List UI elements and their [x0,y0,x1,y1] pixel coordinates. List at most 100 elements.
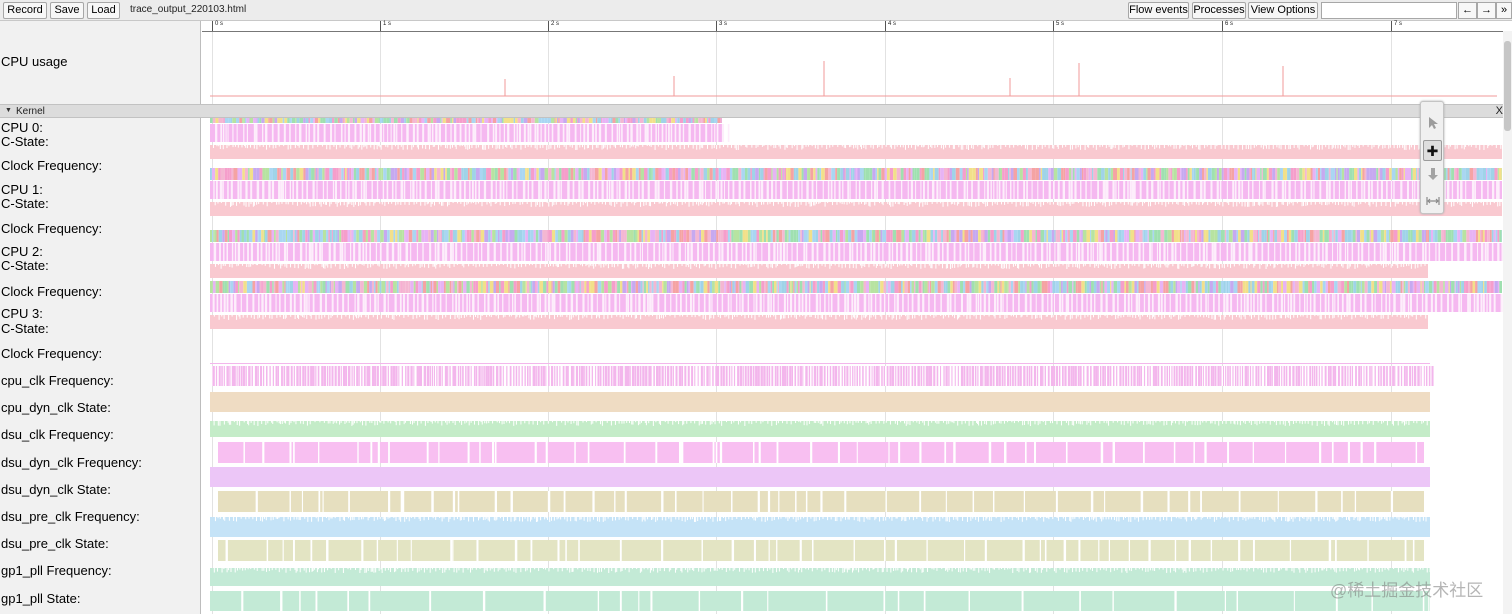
cpu1-slices-slice[interactable] [351,168,354,180]
cpu1-slices-slice[interactable] [720,168,723,180]
cpu2-slices-slice[interactable] [1457,230,1461,242]
cpu1-slices-slice[interactable] [210,168,212,180]
cpu1-slices-slice[interactable] [810,168,814,180]
cpu3-slices-slice[interactable] [575,281,579,293]
cpu2-slices-slice[interactable] [307,230,310,242]
cpu2-slices-slice[interactable] [886,230,891,242]
cpu1-slices-slice[interactable] [1140,168,1144,180]
cpu3-slices-slice[interactable] [1403,281,1406,293]
cpu2-slices-slice[interactable] [1284,230,1287,242]
cpu3-slices-slice[interactable] [611,281,616,293]
cpu3-slices-slice[interactable] [1327,281,1331,293]
cpu2-slices-slice[interactable] [337,230,340,242]
cpu3-slices-slice[interactable] [890,281,895,293]
cpu3-slices-slice[interactable] [632,281,636,293]
cpu3-slices-slice[interactable] [1073,281,1076,293]
cpu1-slices-slice[interactable] [366,168,370,180]
cpu1-slices-slice[interactable] [1031,168,1036,180]
cpu3-slices-slice[interactable] [738,281,740,293]
cpu3-slices-slice[interactable] [568,281,572,293]
cpu3-slices-slice[interactable] [734,281,736,293]
cpu1-slices-slice[interactable] [929,168,931,180]
cpu2-slices-slice[interactable] [681,230,684,242]
cpu2-slices-slice[interactable] [528,230,531,242]
cpu1-slices-slice[interactable] [972,168,976,180]
cpu2-slices-slice[interactable] [1091,230,1095,242]
cpu1-slices-slice[interactable] [694,168,699,180]
cpu3-slices-slice[interactable] [300,281,302,293]
cpu2-slices-slice[interactable] [1286,230,1289,242]
cpu2-slices-slice[interactable] [263,230,266,242]
cpu3-slices-slice[interactable] [488,281,490,293]
cpu3-slices-slice[interactable] [922,281,925,293]
cpu1-slices-slice[interactable] [348,168,350,180]
search-input[interactable] [1321,2,1457,19]
cpu2-slices-slice[interactable] [956,230,960,242]
cpu2-slices-slice[interactable] [1294,230,1298,242]
cpu2-slices-slice[interactable] [517,230,519,242]
cpu1-slices-slice[interactable] [1127,168,1130,180]
cpu3-slices-slice[interactable] [807,281,810,293]
cpu2-slices-slice[interactable] [1046,230,1048,242]
cpu3-slices-slice[interactable] [1138,281,1141,293]
cpu2-slices-slice[interactable] [837,230,840,242]
cpu3-slices-slice[interactable] [413,281,416,293]
cpu1-slices-slice[interactable] [712,168,716,180]
cpu1-slices-slice[interactable] [1346,168,1350,180]
cpu3-slices-slice[interactable] [390,281,393,293]
cpu3-slices-slice[interactable] [761,281,765,293]
cpu1-slices-slice[interactable] [893,168,897,180]
cpu1-slices-slice[interactable] [1237,168,1241,180]
cpu3-slices-slice[interactable] [356,281,361,293]
cpu3-slices-slice[interactable] [686,281,689,293]
cpu1-slices-slice[interactable] [285,168,288,180]
cpu1-slices-slice[interactable] [1147,168,1151,180]
save-button[interactable]: Save [50,2,84,19]
cpu2-slices-slice[interactable] [1430,230,1434,242]
cpu3-slices-slice[interactable] [997,281,1000,293]
cpu1-slices-slice[interactable] [343,168,345,180]
cpu3-slices-slice[interactable] [379,281,382,293]
cpu1-slices-slice[interactable] [279,168,282,180]
cpu2-slices-slice[interactable] [232,230,236,242]
cpu2-slices-slice[interactable] [937,230,942,242]
cpu1-slices-slice[interactable] [1317,168,1321,180]
cpu1-slices-slice[interactable] [530,168,535,180]
cpu3-slices-slice[interactable] [874,281,879,293]
cpu3-slices-slice[interactable] [1308,281,1310,293]
cpu2-slices-slice[interactable] [872,230,876,242]
cpu1-slices-slice[interactable] [376,168,379,180]
cpu1-slices-slice[interactable] [919,168,922,180]
cpu3-slices-slice[interactable] [513,281,517,293]
cpu2-slices-slice[interactable] [1013,230,1018,242]
cpu1-slices-slice[interactable] [1320,168,1322,180]
cpu1-slices-slice[interactable] [865,168,870,180]
cpu1-slices-slice[interactable] [536,168,539,180]
cpu3-slices-slice[interactable] [1101,281,1103,293]
cpu3-slices-slice[interactable] [904,281,908,293]
cpu2-slices-slice[interactable] [1114,230,1118,242]
cpu2-slices-slice[interactable] [448,230,451,242]
cpu2-slices-slice[interactable] [1107,230,1110,242]
cpu1-slices-slice[interactable] [771,168,773,180]
cpu1-slices-slice[interactable] [500,168,505,180]
cpu2-slices-slice[interactable] [241,230,244,242]
cpu1-slices-slice[interactable] [578,168,582,180]
cpu3-slices-slice[interactable] [770,281,773,293]
cpu1-slices-slice[interactable] [381,168,384,180]
cpu2-slices-slice[interactable] [1377,230,1381,242]
cpu1-slices-slice[interactable] [914,168,917,180]
cpu3-slices-slice[interactable] [729,281,732,293]
cpu2-slices-slice[interactable] [876,230,879,242]
cpu2-slices-slice[interactable] [248,230,253,242]
cpu1-slices-slice[interactable] [1195,168,1197,180]
cpu3-slices-slice[interactable] [1371,281,1375,293]
cpu2-slices-slice[interactable] [339,230,342,242]
cpu2-slices-slice[interactable] [387,230,390,242]
cpu3-slices-slice[interactable] [791,281,794,293]
cpu2-slices-slice[interactable] [820,230,823,242]
cpu2-slices-slice[interactable] [866,230,870,242]
cpu1-slices-slice[interactable] [1498,168,1502,180]
cpu1-slices-slice[interactable] [1124,168,1128,180]
cpu2-slices-slice[interactable] [800,230,802,242]
